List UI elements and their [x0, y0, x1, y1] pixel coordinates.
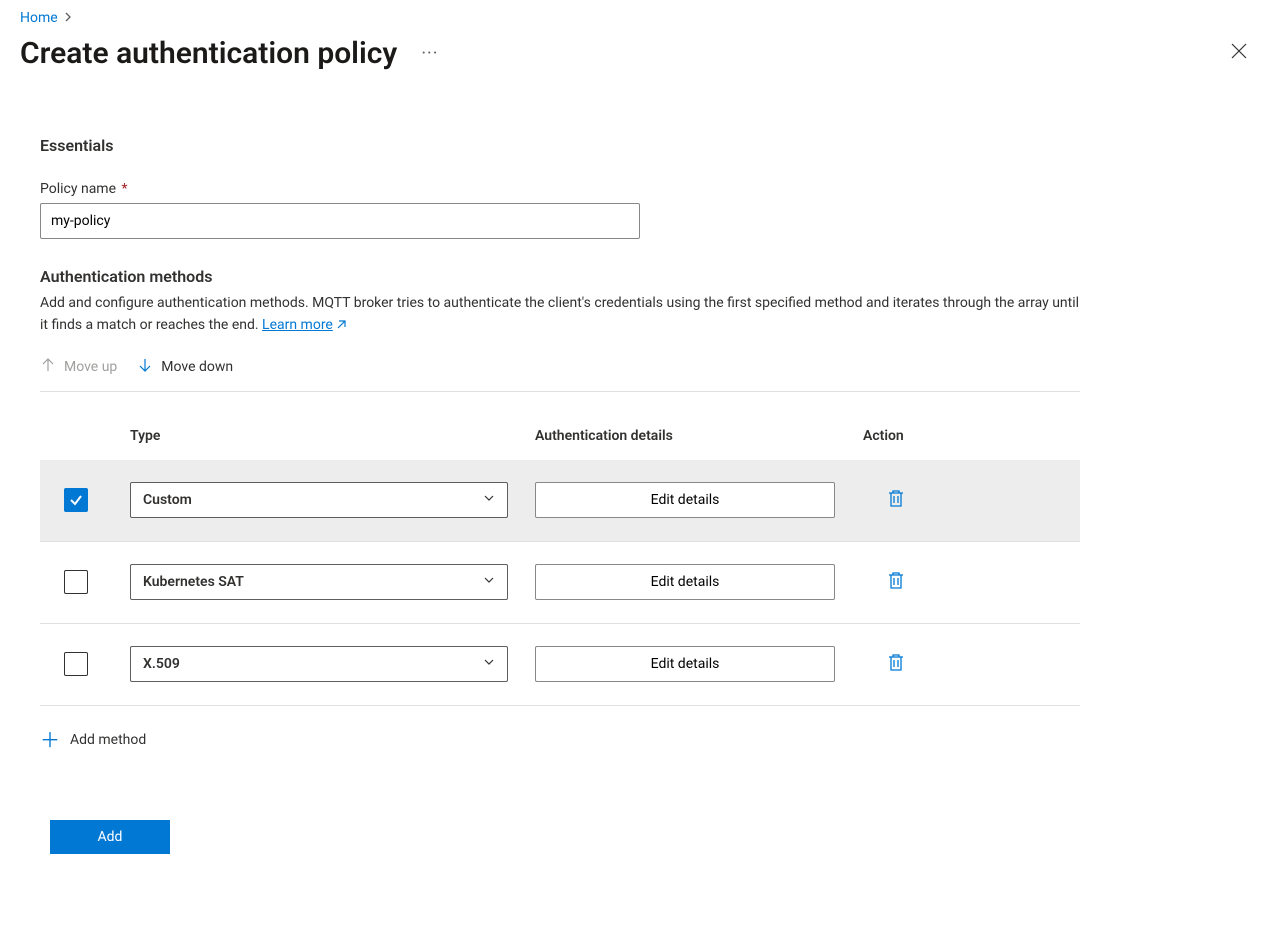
trash-icon: [887, 496, 905, 512]
learn-more-link[interactable]: Learn more: [262, 317, 347, 333]
trash-icon: [887, 660, 905, 676]
add-method-button[interactable]: ＋ Add method: [40, 730, 1080, 750]
column-header-auth-details: Authentication details: [535, 428, 863, 444]
type-select[interactable]: X.509: [130, 646, 508, 682]
chevron-down-icon: [483, 574, 495, 590]
chevron-down-icon: [483, 656, 495, 672]
edit-details-button[interactable]: Edit details: [535, 564, 835, 600]
external-link-icon: [335, 316, 347, 338]
edit-details-button[interactable]: Edit details: [535, 646, 835, 682]
auth-methods-heading: Authentication methods: [40, 267, 1080, 286]
column-header-action: Action: [863, 428, 904, 444]
breadcrumb: Home: [20, 10, 1256, 26]
type-select-value: Kubernetes SAT: [143, 574, 244, 590]
close-button[interactable]: [1222, 38, 1256, 69]
type-select-value: Custom: [143, 492, 192, 508]
essentials-heading: Essentials: [40, 136, 1080, 155]
table-row: X.509 Edit details: [40, 624, 1080, 706]
type-select[interactable]: Kubernetes SAT: [130, 564, 508, 600]
type-select-value: X.509: [143, 656, 180, 672]
chevron-down-icon: [483, 492, 495, 508]
move-up-button[interactable]: Move up: [40, 357, 117, 377]
add-button[interactable]: Add: [50, 820, 170, 854]
arrow-up-icon: [40, 357, 56, 377]
table-header: Type Authentication details Action: [40, 428, 1080, 460]
column-header-type: Type: [130, 428, 535, 444]
row-checkbox[interactable]: [64, 488, 88, 512]
chevron-right-icon: [64, 10, 74, 26]
table-row: Custom Edit details: [40, 460, 1080, 542]
move-toolbar: Move up Move down: [40, 357, 1080, 392]
policy-name-label: Policy name *: [40, 181, 1080, 197]
arrow-down-icon: [137, 357, 153, 377]
breadcrumb-home-link[interactable]: Home: [20, 10, 58, 26]
plus-icon: ＋: [40, 730, 60, 750]
edit-details-button[interactable]: Edit details: [535, 482, 835, 518]
type-select[interactable]: Custom: [130, 482, 508, 518]
page-title: Create authentication policy: [20, 36, 397, 71]
delete-button[interactable]: [881, 572, 911, 600]
auth-methods-description: Add and configure authentication methods…: [40, 292, 1080, 339]
required-marker: *: [122, 181, 128, 197]
delete-button[interactable]: [881, 490, 911, 518]
policy-name-input[interactable]: [40, 203, 640, 239]
delete-button[interactable]: [881, 654, 911, 682]
more-actions-button[interactable]: ···: [417, 39, 442, 68]
move-down-button[interactable]: Move down: [137, 357, 233, 377]
trash-icon: [887, 578, 905, 594]
table-row: Kubernetes SAT Edit details: [40, 542, 1080, 624]
row-checkbox[interactable]: [64, 570, 88, 594]
row-checkbox[interactable]: [64, 652, 88, 676]
